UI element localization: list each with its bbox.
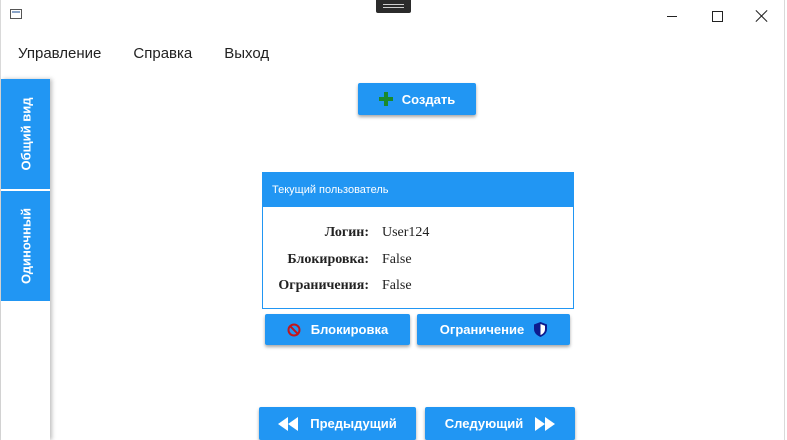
- minimize-icon: [667, 15, 677, 17]
- app-icon: [10, 9, 22, 19]
- side-tabs: Общий вид Одиночный: [1, 79, 50, 440]
- restrict-button[interactable]: Ограничение: [417, 314, 570, 345]
- restrictions-value: False: [382, 278, 412, 293]
- restrictions-label: Ограничения:: [278, 278, 369, 293]
- maximize-icon: [711, 10, 723, 22]
- menu-item-exit[interactable]: Выход: [208, 38, 285, 70]
- card-header: Текущий пользователь: [262, 172, 574, 207]
- tab-single-label: Одиночный: [18, 208, 33, 284]
- drag-grip[interactable]: [376, 0, 411, 13]
- maximize-button[interactable]: [694, 0, 740, 32]
- create-button[interactable]: Создать: [358, 83, 476, 115]
- previous-button-label: Предыдущий: [310, 416, 397, 431]
- next-button[interactable]: Следующий: [425, 407, 575, 440]
- close-icon: [756, 10, 768, 22]
- menu-item-help[interactable]: Справка: [117, 38, 208, 70]
- minimize-button[interactable]: [649, 0, 695, 32]
- next-button-label: Следующий: [444, 416, 524, 431]
- create-button-label: Создать: [401, 91, 456, 107]
- title-bar[interactable]: [1, 0, 784, 32]
- tab-single[interactable]: Одиночный: [1, 191, 50, 301]
- fast-forward-icon: [535, 416, 556, 431]
- app-window: Управление Справка Выход Общий вид Одино…: [0, 0, 785, 440]
- tab-overview[interactable]: Общий вид: [1, 79, 50, 189]
- tab-overview-label: Общий вид: [18, 97, 33, 171]
- current-user-card: Текущий пользователь Логин: User124 Блок…: [262, 172, 574, 309]
- restrict-button-label: Ограничение: [439, 322, 525, 337]
- menu-item-manage[interactable]: Управление: [1, 38, 117, 70]
- block-button[interactable]: Блокировка: [265, 314, 410, 345]
- close-button[interactable]: [739, 0, 785, 32]
- menu-bar: Управление Справка Выход: [1, 38, 285, 70]
- plus-icon: [378, 92, 393, 106]
- login-label: Логин:: [324, 225, 369, 240]
- previous-button[interactable]: Предыдущий: [259, 407, 416, 440]
- shield-icon: [534, 322, 548, 337]
- blocked-value: False: [382, 252, 412, 267]
- block-icon: [287, 323, 301, 337]
- rewind-icon: [278, 416, 299, 431]
- block-button-label: Блокировка: [310, 322, 389, 337]
- blocked-label: Блокировка:: [287, 252, 369, 267]
- login-value: User124: [382, 225, 430, 240]
